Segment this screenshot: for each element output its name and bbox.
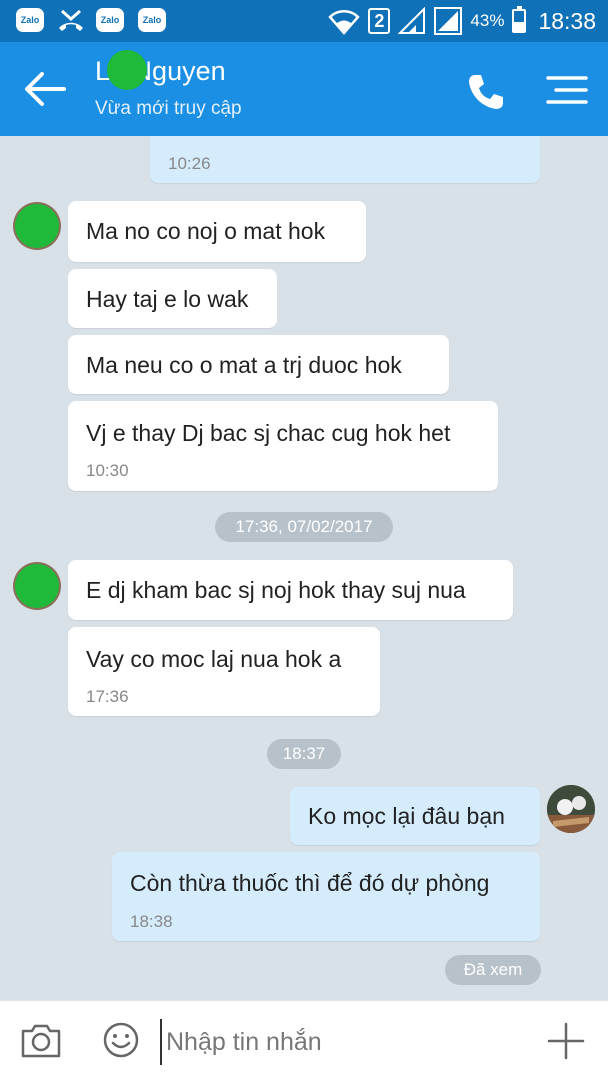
message-time: 17:36 bbox=[86, 687, 129, 706]
message-input-bar bbox=[0, 1000, 608, 1080]
message-bubble-outgoing[interactable]: Còn thừa thuốc thì để đó dự phòng 18:38 bbox=[112, 852, 540, 941]
message-bubble-incoming[interactable]: E dj kham bac sj noj hok thay suj nua bbox=[68, 560, 513, 620]
message-text: Ma neu co o mat a trj duoc hok bbox=[86, 352, 402, 378]
plus-icon[interactable] bbox=[546, 1021, 586, 1061]
camera-icon[interactable] bbox=[20, 1021, 62, 1061]
message-bubble-incoming[interactable]: Ma no co noj o mat hok bbox=[68, 201, 366, 262]
message-text: Ma no co noj o mat hok bbox=[86, 218, 326, 244]
signal-icon bbox=[434, 7, 463, 35]
message-bubble-outgoing[interactable]: Ko mọc lại đâu bạn bbox=[290, 787, 540, 845]
zalo-notification-icon: Zalo bbox=[138, 8, 166, 32]
message-time: 10:30 bbox=[86, 461, 129, 480]
missed-call-icon bbox=[59, 9, 83, 31]
sim-badge: 2 bbox=[368, 8, 391, 34]
clock: 18:38 bbox=[538, 7, 596, 34]
chat-messages[interactable]: 10:26 Ma no co noj o mat hok Hay taj e l… bbox=[0, 136, 608, 1000]
zalo-notification-icon: Zalo bbox=[16, 8, 44, 32]
avatar[interactable] bbox=[547, 785, 595, 833]
message-bubble-incoming[interactable]: Ma neu co o mat a trj duoc hok bbox=[68, 335, 449, 394]
contact-status: Vừa mới truy cập bbox=[95, 98, 242, 119]
message-text: Vay co moc laj nua hok a bbox=[86, 646, 342, 672]
avatar[interactable] bbox=[13, 562, 61, 610]
message-bubble-incoming[interactable]: Vay co moc laj nua hok a 17:36 bbox=[68, 627, 380, 716]
chat-header: Ln Nguyen Vừa mới truy cập bbox=[0, 42, 608, 136]
zalo-notification-icon: Zalo bbox=[96, 8, 124, 32]
privacy-mask bbox=[15, 564, 59, 608]
menu-icon[interactable] bbox=[546, 75, 588, 105]
battery-icon bbox=[512, 6, 527, 33]
phone-icon[interactable] bbox=[466, 72, 506, 112]
emoji-icon[interactable] bbox=[102, 1021, 140, 1059]
message-input[interactable] bbox=[160, 1019, 520, 1065]
date-separator: 18:37 bbox=[267, 739, 341, 769]
message-text: E dj kham bac sj noj hok thay suj nua bbox=[86, 577, 466, 603]
message-bubble-incoming[interactable]: Vj e thay Dj bac sj chac cug hok het 10:… bbox=[68, 401, 498, 491]
message-bubble-outgoing[interactable]: 10:26 bbox=[150, 136, 540, 183]
message-time: 18:38 bbox=[130, 912, 173, 931]
message-bubble-incoming[interactable]: Hay taj e lo wak bbox=[68, 269, 277, 328]
date-separator: 17:36, 07/02/2017 bbox=[215, 512, 393, 542]
avatar[interactable] bbox=[13, 202, 61, 250]
privacy-mask bbox=[15, 204, 59, 248]
arrow-left-icon[interactable] bbox=[22, 68, 68, 110]
message-text: Còn thừa thuốc thì để đó dự phòng bbox=[130, 870, 490, 896]
message-text: Ko mọc lại đâu bạn bbox=[308, 803, 505, 829]
battery-percent: 43% bbox=[470, 11, 505, 30]
message-text: Hay taj e lo wak bbox=[86, 286, 249, 312]
message-time: 10:26 bbox=[168, 154, 211, 173]
signal-icon bbox=[398, 7, 426, 34]
privacy-mask bbox=[107, 50, 147, 90]
wifi-icon bbox=[328, 10, 361, 35]
seen-status-badge: Đã xem bbox=[445, 955, 541, 985]
status-bar: Zalo Zalo Zalo 2 43% 18:38 bbox=[0, 0, 608, 42]
message-text: Vj e thay Dj bac sj chac cug hok het bbox=[86, 420, 451, 446]
avatar-image bbox=[547, 785, 595, 833]
